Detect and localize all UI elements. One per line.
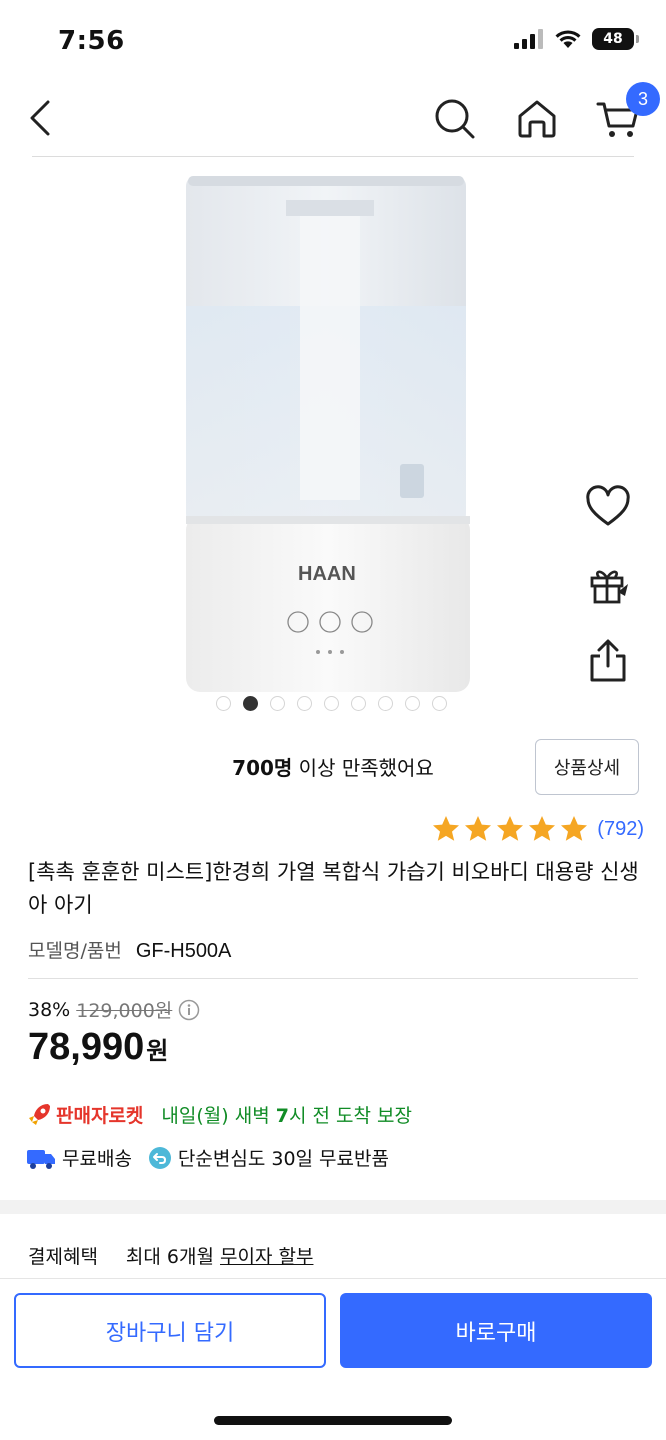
search-icon[interactable] — [432, 96, 478, 142]
rating[interactable]: (792) — [431, 814, 644, 844]
installment-link[interactable]: 무이자 할부 — [220, 1246, 313, 1268]
status-icons: 48 — [514, 28, 639, 50]
installment-text: 최대 6개월 — [125, 1246, 221, 1268]
heart-icon[interactable] — [584, 484, 632, 532]
add-to-cart-button[interactable]: 장바구니 담기 — [14, 1293, 326, 1368]
original-price: 129,000원 — [76, 1000, 173, 1022]
signal-icon — [514, 29, 543, 49]
rocket-delivery-row: 판매자로켓 내일(월) 새벽 7시 전 도착 보장 — [26, 1100, 412, 1128]
price-currency: 원 — [146, 1037, 169, 1065]
product-image[interactable]: HAAN — [150, 170, 490, 718]
arrival-text-start: 내일(월) 새벽 — [161, 1104, 276, 1127]
product-detail-button[interactable]: 상품상세 — [535, 739, 639, 795]
cart-count-badge[interactable]: 3 — [626, 82, 660, 116]
rocket-icon — [29, 1104, 50, 1125]
wifi-icon — [555, 30, 581, 48]
carousel-dot-active[interactable] — [243, 696, 258, 711]
sale-price-value: 78,990 — [28, 1026, 145, 1068]
star-icon — [465, 816, 492, 841]
payment-benefit-text: 최대 6개월 무이자 할부 — [126, 1242, 314, 1269]
model-label: 모델명/품번 — [28, 940, 122, 962]
image-carousel-dots — [216, 696, 447, 711]
star-icon — [497, 816, 524, 841]
discount-row: 38% 129,000원 — [28, 996, 200, 1023]
status-time: 7:56 — [58, 26, 125, 56]
info-icon[interactable] — [178, 999, 200, 1021]
carousel-dot[interactable] — [297, 696, 312, 711]
battery-level: 48 — [603, 31, 623, 47]
truck-icon — [27, 1149, 55, 1169]
return-icon — [148, 1146, 171, 1169]
satisfaction-text: 이상 만족했어요 — [292, 756, 434, 780]
rocket-label: 판매자로켓 — [56, 1104, 144, 1127]
product-title: [촉촉 훈훈한 미스트]한경희 가열 복합식 가습기 비오바디 대용량 신생아 … — [28, 860, 639, 917]
back-arrow-icon[interactable] — [22, 96, 62, 140]
sale-price: 78,990 원 — [28, 1026, 168, 1069]
nav-divider — [32, 156, 634, 157]
carousel-dot[interactable] — [351, 696, 366, 711]
arrival-guarantee: 내일(월) 새벽 7시 전 도착 보장 — [161, 1101, 412, 1128]
model-row: 모델명/품번 GF-H500A — [28, 936, 231, 963]
gift-icon[interactable] — [584, 560, 632, 608]
carousel-dot[interactable] — [405, 696, 420, 711]
free-shipping-text: 무료배송 — [62, 1148, 132, 1170]
nav-bar — [0, 84, 666, 156]
carousel-dot[interactable] — [270, 696, 285, 711]
carousel-dot[interactable] — [432, 696, 447, 711]
carousel-dot[interactable] — [378, 696, 393, 711]
star-icon — [529, 816, 556, 841]
battery-icon: 48 — [592, 28, 639, 50]
arrival-hour: 7 — [275, 1104, 289, 1127]
model-value: GF-H500A — [135, 940, 232, 962]
share-icon[interactable] — [584, 636, 632, 684]
arrival-text-end: 시 전 도착 보장 — [288, 1104, 412, 1127]
carousel-dot[interactable] — [324, 696, 339, 711]
status-bar: 7:56 48 — [0, 0, 666, 84]
payment-benefit-row: 결제혜택 최대 6개월 무이자 할부 — [28, 1242, 313, 1269]
section-separator — [0, 1200, 666, 1214]
discount-rate: 38% — [28, 998, 71, 1021]
carousel-dot[interactable] — [216, 696, 231, 711]
home-icon[interactable] — [514, 96, 560, 142]
free-return-text: 단순변심도 30일 무료반품 — [177, 1148, 389, 1170]
review-count[interactable]: (792) — [597, 818, 644, 841]
section-divider — [28, 978, 638, 979]
home-indicator[interactable] — [214, 1416, 452, 1425]
payment-benefit-label: 결제혜택 — [28, 1246, 98, 1268]
shipping-row: 무료배송 단순변심도 30일 무료반품 — [26, 1144, 389, 1171]
satisfaction-count: 700명 — [232, 756, 293, 780]
star-icon — [561, 816, 588, 841]
star-icon — [433, 816, 460, 841]
buy-now-button[interactable]: 바로구매 — [340, 1293, 652, 1368]
brand-logo: HAAN — [298, 563, 356, 585]
